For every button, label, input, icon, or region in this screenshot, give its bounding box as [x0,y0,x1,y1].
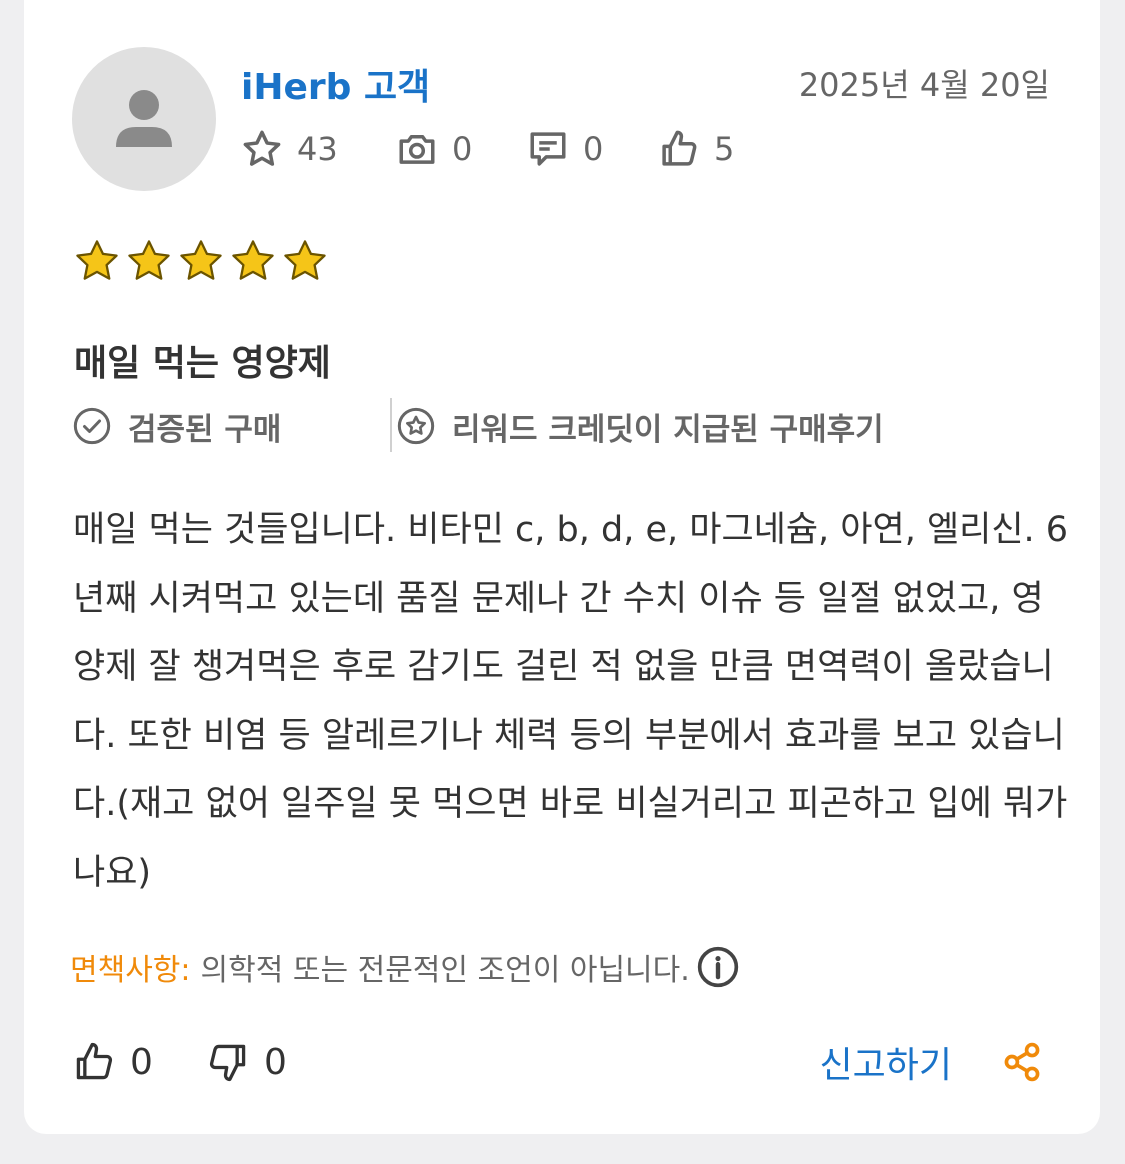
comment-icon [530,132,566,166]
report-link[interactable]: 신고하기 [820,1036,952,1088]
rewards-badge: 리워드 크레딧이 지급된 구매후기 [396,398,884,454]
star-circle-icon [397,407,435,445]
badge-divider [390,398,392,452]
star-filled-icon [128,240,170,280]
thumbs-down-icon [209,1044,246,1082]
dislike-count: 0 [264,1041,287,1083]
disclaimer-label: 면책사항: [70,953,191,988]
verified-purchase-label: 검증된 구매 [128,411,282,448]
star-filled-icon [180,240,222,280]
camera-icon [399,135,435,164]
stat-points-value: 43 [297,130,338,168]
stat-points: 43 [241,122,338,176]
review-body: 매일 먹는 것들입니다. 비타민 c, b, d, e, 마그네슘, 아연, 엘… [73,510,1069,893]
disclaimer: 면책사항: 의학적 또는 전문적인 조언이 아닙니다. [70,940,740,994]
stat-comments-value: 0 [583,130,604,168]
rewards-label: 리워드 크레딧이 지급된 구매후기 [452,411,884,448]
dislike-button[interactable]: 0 [206,1034,287,1090]
star-filled-icon [284,240,326,280]
avatar [72,47,216,191]
like-button[interactable]: 0 [72,1034,153,1090]
stat-photos: 0 [396,122,472,176]
star-filled-icon [76,240,118,280]
thumbs-up-icon [662,130,697,166]
stat-helpful: 5 [658,122,734,176]
user-icon [116,90,172,147]
stat-helpful-value: 5 [714,130,735,168]
reviewer-name[interactable]: iHerb 고객 [241,58,430,110]
thumbs-up-icon [76,1042,113,1080]
review-title: 매일 먹는 영양제 [74,343,331,384]
share-icon[interactable] [1000,1040,1044,1088]
star-filled-icon [232,240,274,280]
review-date: 2025년 4월 20일 [798,66,1050,104]
stat-photos-value: 0 [452,130,473,168]
rating-stars [74,238,328,284]
star-outline-icon [243,130,281,166]
info-icon[interactable] [696,945,740,989]
stat-comments: 0 [527,122,603,176]
like-count: 0 [130,1041,153,1083]
check-circle-icon [73,407,111,445]
disclaimer-text: 의학적 또는 전문적인 조언이 아닙니다. [200,953,690,988]
verified-purchase-badge: 검증된 구매 [72,398,281,454]
review-card: iHerb 고객 2025년 4월 20일 43 0 0 5 매일 먹는 영양제… [24,0,1100,1134]
